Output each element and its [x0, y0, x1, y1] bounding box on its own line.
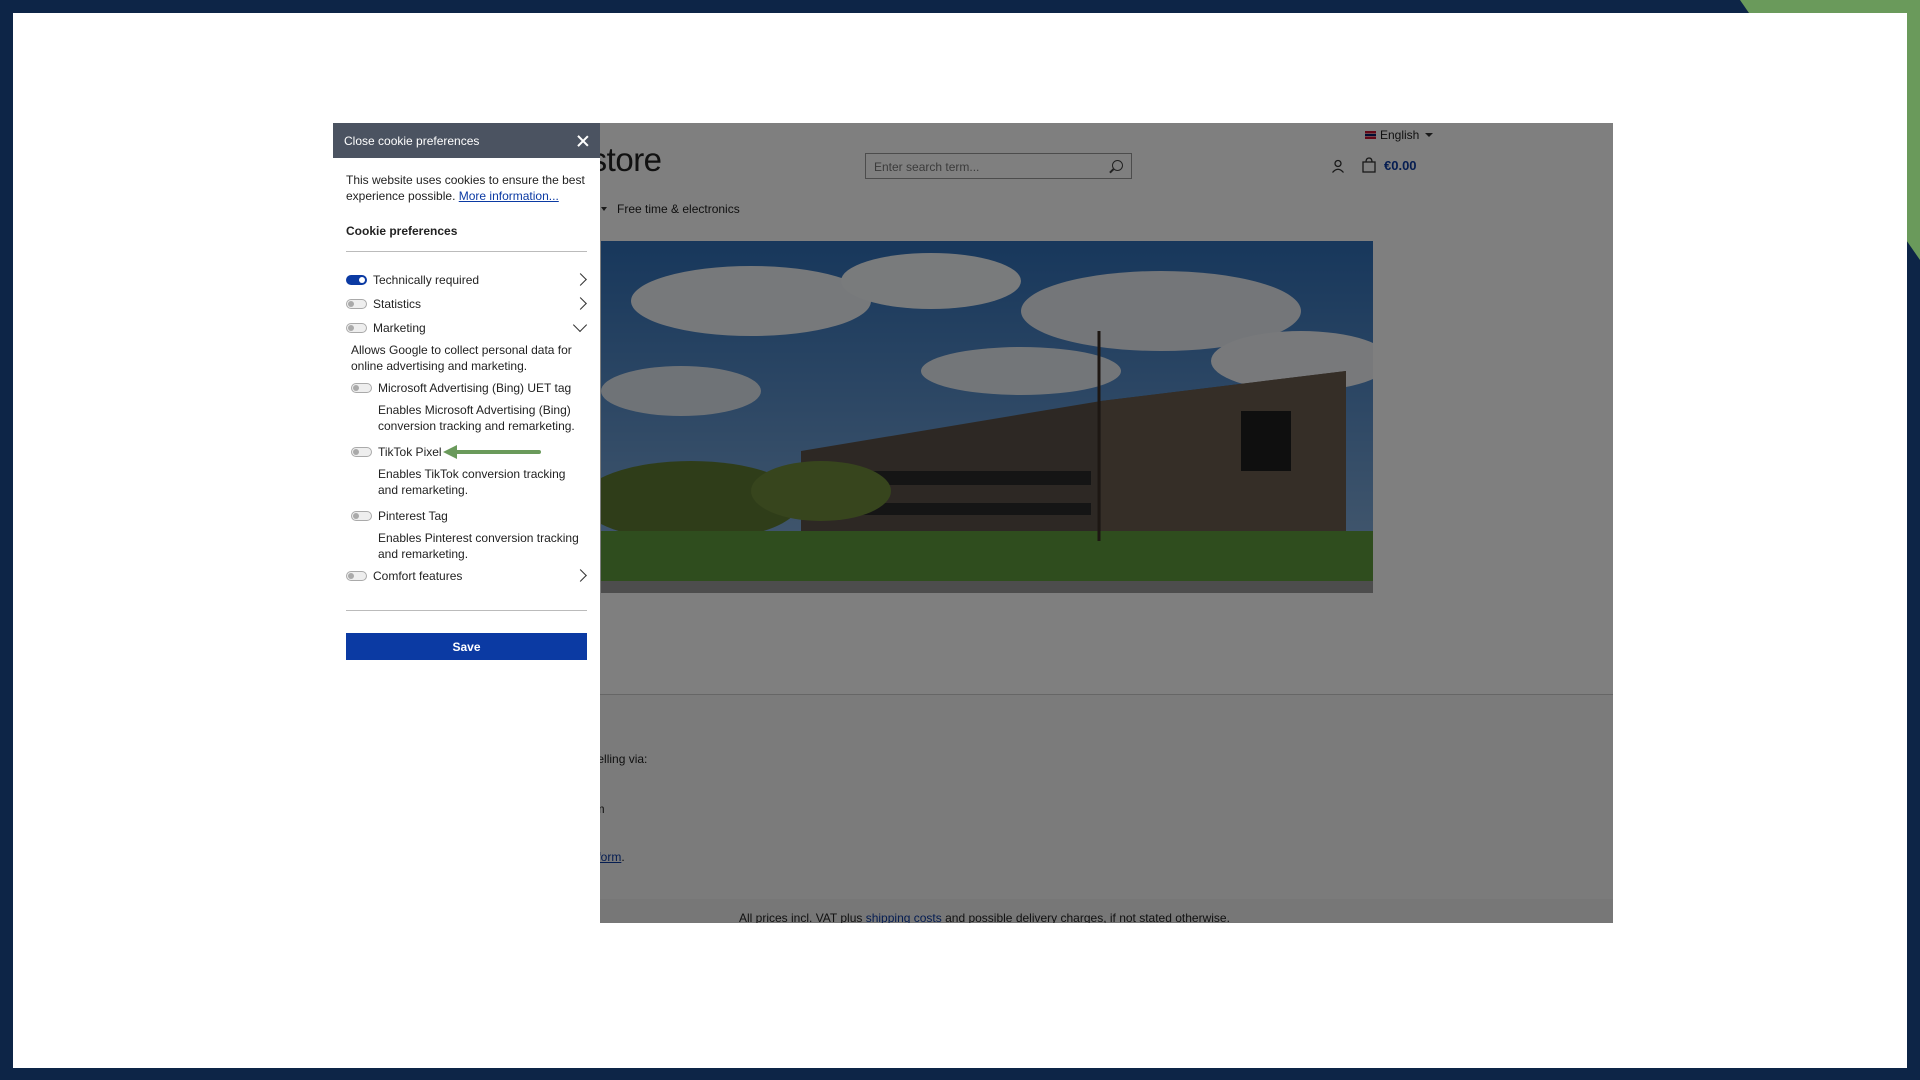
statistics-toggle[interactable]: [346, 299, 367, 309]
vendor-description: Enables Microsoft Advertising (Bing) con…: [378, 403, 575, 433]
vendor-label: Microsoft Advertising (Bing) UET tag: [378, 381, 572, 395]
vendor-bing-uet[interactable]: Microsoft Advertising (Bing) UET tag: [346, 380, 587, 396]
category-marketing[interactable]: Marketing: [346, 316, 588, 340]
comfort-features-toggle[interactable]: [346, 571, 367, 581]
more-information-link[interactable]: More information...: [459, 189, 559, 203]
cookie-preferences-title: Cookie preferences: [346, 224, 587, 252]
save-button[interactable]: Save: [346, 633, 587, 660]
screenshot-canvas: English ostore Enter search term... €0.0…: [13, 13, 1907, 1068]
cookie-intro: This website uses cookies to ensure the …: [346, 172, 587, 204]
category-comfort-features[interactable]: Comfort features: [346, 564, 587, 588]
marketing-description: Allows Google to collect personal data f…: [351, 343, 572, 373]
cookie-divider: [346, 610, 587, 611]
tiktok-pixel-toggle[interactable]: [351, 447, 372, 457]
chevron-down-icon[interactable]: [572, 317, 588, 333]
marketing-toggle[interactable]: [346, 323, 367, 333]
category-label: Statistics: [373, 297, 422, 311]
vendor-label: Pinterest Tag: [378, 509, 448, 523]
vendor-pinterest-tag[interactable]: Pinterest Tag: [346, 508, 587, 524]
vendor-tiktok-pixel[interactable]: TikTok Pixel: [346, 444, 587, 460]
cookie-body: This website uses cookies to ensure the …: [333, 158, 600, 674]
category-technically-required[interactable]: Technically required: [346, 268, 587, 292]
chevron-right-icon[interactable]: [574, 569, 587, 582]
cookie-header-label: Close cookie preferences: [344, 133, 480, 148]
chevron-right-icon[interactable]: [574, 297, 587, 310]
vendor-description: Enables Pinterest conversion tracking an…: [378, 531, 579, 561]
vendor-description: Enables TikTok conversion tracking and r…: [378, 467, 566, 497]
category-label: Technically required: [373, 273, 480, 287]
cookie-preferences-panel: Close cookie preferences This website us…: [333, 123, 600, 923]
close-icon[interactable]: [577, 135, 589, 147]
bing-uet-toggle[interactable]: [351, 383, 372, 393]
category-label: Marketing: [373, 321, 426, 335]
category-statistics[interactable]: Statistics: [346, 292, 587, 316]
close-cookie-preferences-button[interactable]: Close cookie preferences: [333, 123, 600, 158]
vendor-label: TikTok Pixel: [378, 445, 442, 459]
annotation-arrow-icon: [443, 445, 541, 459]
chevron-right-icon[interactable]: [574, 273, 587, 286]
category-label: Comfort features: [373, 569, 463, 583]
pinterest-tag-toggle[interactable]: [351, 511, 372, 521]
technically-required-toggle[interactable]: [346, 275, 367, 285]
